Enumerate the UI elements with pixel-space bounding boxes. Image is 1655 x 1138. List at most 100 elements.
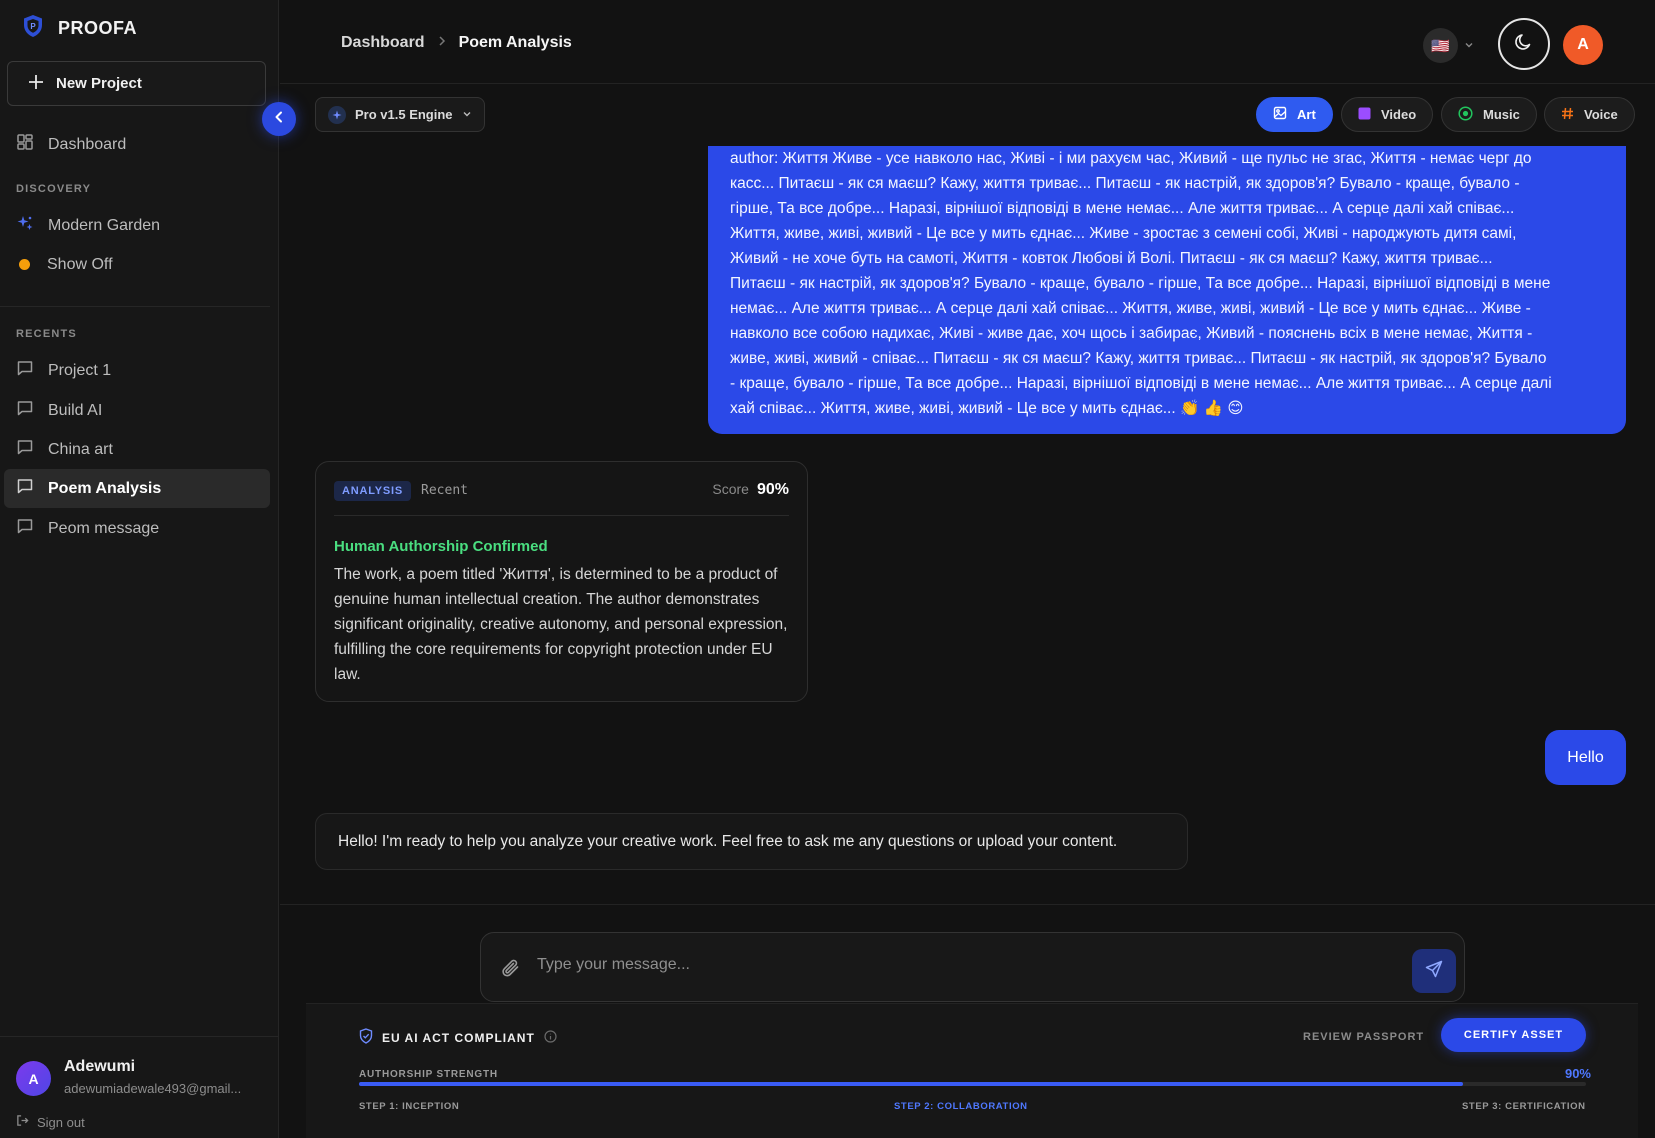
sidebar-item-dashboard[interactable]: Dashboard <box>4 125 270 164</box>
recent-item-build-ai[interactable]: Build AI <box>4 391 270 430</box>
info-icon[interactable] <box>544 1029 557 1046</box>
chat-bubble-icon <box>16 359 34 382</box>
message-input[interactable] <box>537 951 1337 979</box>
step-certification: STEP 3: CERTIFICATION <box>1462 1101 1586 1112</box>
poem-line: касс... Питаєш - як ся маєш? Кажу, життя… <box>730 175 1520 192</box>
paperclip-icon[interactable] <box>501 957 521 984</box>
chevron-down-icon <box>1464 37 1474 55</box>
breadcrumb-dashboard[interactable]: Dashboard <box>341 34 425 52</box>
recent-item-project-1[interactable]: Project 1 <box>4 351 270 390</box>
authorship-strength-label: AUTHORSHIP STRENGTH <box>359 1069 498 1080</box>
chat-bubble-icon <box>16 399 34 422</box>
hash-icon <box>1561 107 1574 123</box>
compliance-panel: EU AI ACT COMPLIANT REVIEW PASSPORT CERT… <box>306 1003 1638 1138</box>
poem-line: навколо все собою надихає, Живі - живе д… <box>730 325 1533 342</box>
user-avatar[interactable]: A <box>16 1061 51 1096</box>
send-icon <box>1425 960 1443 983</box>
grid-icon <box>16 133 34 156</box>
tab-label: Art <box>1297 107 1316 122</box>
breadcrumb-current: Poem Analysis <box>458 34 572 51</box>
poem-line: немає... Але життя триває... А серце дал… <box>730 300 1531 317</box>
chevron-down-icon <box>462 107 472 122</box>
recent-item-poem-analysis[interactable]: Poem Analysis <box>4 469 270 508</box>
send-button[interactable] <box>1412 949 1456 993</box>
engine-icon <box>328 105 346 124</box>
brand[interactable]: P PROOFA <box>22 14 137 43</box>
sidebar-item-modern-garden[interactable]: Modern Garden <box>4 206 270 245</box>
analysis-body: The work, a poem titled 'Життя', is dete… <box>334 566 788 683</box>
recent-item-label: Build AI <box>48 401 103 419</box>
poem-line: живе, живі, живий - співає... Питаєш - я… <box>730 350 1547 367</box>
sidebar-divider <box>0 306 270 307</box>
poem-line: Живий - не хоче буть на самоті, Життя - … <box>730 250 1493 267</box>
new-project-label: New Project <box>56 75 142 92</box>
chat-bubble-icon <box>16 477 34 500</box>
user-name: Adewumi <box>64 1058 136 1075</box>
recent-item-peom-message[interactable]: Peom message <box>4 509 270 548</box>
analysis-card: ANALYSIS Recent Score 90% Human Authorsh… <box>315 461 808 702</box>
tab-label: Video <box>1381 107 1417 122</box>
sign-out-button[interactable]: Sign out <box>16 1114 85 1130</box>
sidebar-item-label: Dashboard <box>48 135 127 153</box>
engine-selector[interactable]: Pro v1.5 Engine <box>315 97 485 132</box>
sidebar-item-show-off[interactable]: Show Off <box>4 245 270 284</box>
poem-line: author: Життя Живе - усе навколо нас, Жи… <box>730 150 1532 167</box>
analysis-title: Human Authorship Confirmed <box>334 538 548 555</box>
language-selector[interactable]: 🇺🇸 <box>1423 28 1474 63</box>
composer-divider <box>280 904 1655 905</box>
profile-divider <box>0 1036 279 1037</box>
review-passport-button[interactable]: REVIEW PASSPORT <box>1303 1031 1424 1043</box>
sign-out-label: Sign out <box>37 1114 85 1130</box>
tab-art[interactable]: Art <box>1256 97 1333 132</box>
analysis-badge: ANALYSIS <box>334 481 412 501</box>
svg-text:P: P <box>30 22 36 31</box>
plus-icon <box>28 74 44 94</box>
new-project-button[interactable]: New Project <box>7 61 266 106</box>
breadcrumb: Dashboard Poem Analysis <box>341 34 572 52</box>
recents-heading: RECENTS <box>16 328 77 340</box>
status-dot-icon <box>19 259 30 270</box>
authorship-strength-fill <box>359 1082 1464 1086</box>
recent-item-china-art[interactable]: China art <box>4 430 270 469</box>
tab-music[interactable]: Music <box>1441 97 1537 132</box>
recent-item-label: Project 1 <box>48 361 112 379</box>
user-message-hello: Hello <box>1545 730 1626 785</box>
recent-item-label: Peom message <box>48 519 160 537</box>
poem-line: - краще, бувало - гірше, Та все добре...… <box>730 375 1552 392</box>
music-icon <box>1458 105 1473 124</box>
tab-voice[interactable]: Voice <box>1544 97 1635 132</box>
logout-icon <box>16 1114 29 1130</box>
shield-check-icon <box>359 1028 373 1047</box>
recent-item-label: Poem Analysis <box>48 479 162 497</box>
poem-line: Питаєш - як настрій, як здоров'я? Бувало… <box>730 275 1551 292</box>
chevron-left-icon <box>273 110 285 128</box>
poem-line: Життя, живе, живі, живий - Це все у мить… <box>730 225 1517 242</box>
account-avatar[interactable]: A <box>1563 25 1603 65</box>
score: Score 90% <box>712 481 789 499</box>
chat-bubble-icon <box>16 438 34 461</box>
sidebar-item-label: Show Off <box>47 255 113 273</box>
image-icon <box>1273 106 1287 123</box>
score-value: 90% <box>756 481 789 498</box>
certify-asset-button[interactable]: CERTIFY ASSET <box>1441 1018 1586 1052</box>
poem-line: гірше, Та все добре... Наразі, вірнішої … <box>730 200 1515 217</box>
engine-label: Pro v1.5 Engine <box>355 107 453 122</box>
analysis-tag: Recent <box>421 483 468 498</box>
brand-name: PROOFA <box>58 18 138 38</box>
tab-label: Voice <box>1584 107 1618 122</box>
message-composer <box>480 932 1465 1002</box>
authorship-strength-value: 90% <box>1564 1066 1591 1081</box>
analysis-card-header: ANALYSIS Recent Score 90% <box>334 481 789 516</box>
poem-line: хай співає... Життя, живе, живі, живий -… <box>730 400 1244 417</box>
logo-shield-icon: P <box>22 14 44 43</box>
step-inception: STEP 1: INCEPTION <box>359 1101 460 1112</box>
top-header: Dashboard Poem Analysis 🇺🇸 A <box>280 0 1655 84</box>
collapse-sidebar-button[interactable] <box>262 102 296 136</box>
authorship-strength-bar <box>359 1082 1586 1086</box>
tab-label: Music <box>1483 107 1520 122</box>
tab-video[interactable]: Video <box>1341 97 1434 132</box>
step-collaboration: STEP 2: COLLABORATION <box>894 1101 1028 1112</box>
theme-toggle-button[interactable] <box>1498 18 1550 70</box>
score-label: Score <box>712 481 749 497</box>
compliance-label: EU AI ACT COMPLIANT <box>382 1030 535 1045</box>
